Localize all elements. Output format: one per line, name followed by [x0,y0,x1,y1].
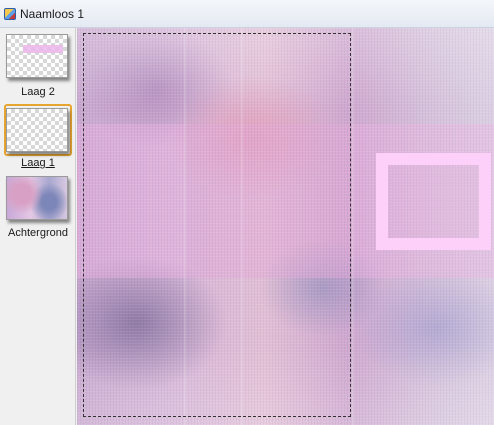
layer-item-laag-1[interactable]: Laag 1 [4,104,72,176]
layer-thumbnail[interactable] [6,34,68,78]
pink-strip-preview [23,45,63,53]
selection-marquee[interactable] [83,33,351,417]
layer-thumbnail[interactable] [6,176,68,220]
layer-label: Laag 2 [21,86,55,98]
layer-label: Laag 1 [21,157,55,169]
layer-item-achtergrond[interactable]: Achtergrond [4,174,72,244]
app-icon [4,8,16,20]
layer-item-laag-2[interactable]: Laag 2 [4,32,72,104]
layer-thumbnail[interactable] [6,108,68,152]
window-title: Naamloos 1 [20,7,85,21]
pink-rectangle-frame[interactable] [376,153,491,250]
layer-label: Achtergrond [8,227,68,239]
layers-panel: Laag 2 Laag 1 Achtergrond [0,28,76,425]
canvas[interactable] [77,28,494,425]
window-titlebar[interactable]: Naamloos 1 [0,0,494,28]
